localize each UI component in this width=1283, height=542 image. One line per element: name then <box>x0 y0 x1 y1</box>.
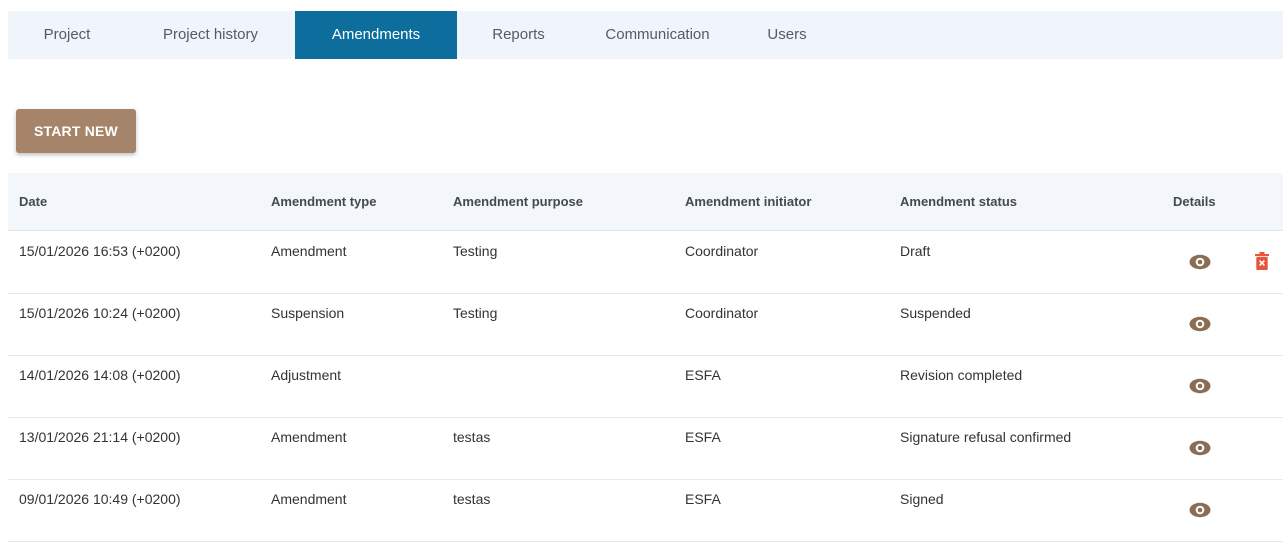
table-row: 14/01/2026 14:08 (+0200) Adjustment ESFA Re… <box>8 355 1283 418</box>
eye-icon[interactable] <box>1189 316 1211 337</box>
cell-amendment-status: Signed <box>900 491 944 507</box>
eye-icon[interactable] <box>1189 254 1211 275</box>
cell-date: 09/01/2026 10:49 (+0200) <box>19 491 181 507</box>
eye-icon[interactable] <box>1189 440 1211 461</box>
cell-date: 15/01/2026 10:24 (+0200) <box>19 305 181 321</box>
cell-amendment-type: Amendment <box>271 243 347 259</box>
tab-project[interactable]: Project <box>8 11 126 59</box>
tab-bar: Project Project history Amendments Repor… <box>8 11 1283 59</box>
table-row: 13/01/2026 21:14 (+0200) Amendment testas E… <box>8 417 1283 480</box>
cell-amendment-status: Signature refusal confirmed <box>900 429 1072 445</box>
column-header-date: Date <box>19 194 48 209</box>
cell-amendment-type: Amendment <box>271 429 347 445</box>
table-row: 09/01/2026 10:49 (+0200) Amendment testas E… <box>8 479 1283 542</box>
cell-amendment-initiator: Coordinator <box>685 305 759 321</box>
cell-amendment-type: Adjustment <box>271 367 342 383</box>
cell-amendment-initiator: Coordinator <box>685 243 759 259</box>
tab-project-history[interactable]: Project history <box>126 11 295 59</box>
cell-amendment-initiator: ESFA <box>685 491 721 507</box>
cell-amendment-status: Suspended <box>900 305 971 321</box>
cell-amendment-purpose: Testing <box>453 305 498 321</box>
column-header-amendment-type: Amendment type <box>271 194 377 209</box>
tab-users[interactable]: Users <box>735 11 839 59</box>
eye-icon[interactable] <box>1189 378 1211 399</box>
trash-icon[interactable] <box>1255 252 1269 275</box>
cell-date: 14/01/2026 14:08 (+0200) <box>19 367 181 383</box>
start-new-button[interactable]: START NEW <box>16 109 136 153</box>
cell-amendment-initiator: ESFA <box>685 429 721 445</box>
eye-icon[interactable] <box>1189 502 1211 523</box>
cell-date: 15/01/2026 16:53 (+0200) <box>19 243 181 259</box>
cell-amendment-type: Amendment <box>271 491 347 507</box>
column-header-details: Details <box>1173 194 1216 209</box>
column-header-amendment-status: Amendment status <box>900 194 1018 209</box>
tab-amendments[interactable]: Amendments <box>295 11 457 59</box>
cell-amendment-purpose: testas <box>453 491 491 507</box>
cell-amendment-type: Suspension <box>271 305 345 321</box>
cell-amendment-purpose: testas <box>453 429 491 445</box>
cell-date: 13/01/2026 21:14 (+0200) <box>19 429 181 445</box>
tab-reports[interactable]: Reports <box>457 11 580 59</box>
column-header-amendment-initiator: Amendment initiator <box>685 194 812 209</box>
cell-amendment-initiator: ESFA <box>685 367 721 383</box>
tab-communication[interactable]: Communication <box>580 11 735 59</box>
table-row: 15/01/2026 16:53 (+0200) Amendment Testing… <box>8 231 1283 294</box>
table-row: 15/01/2026 10:24 (+0200) Suspension Testin… <box>8 293 1283 356</box>
cell-amendment-status: Revision completed <box>900 367 1023 383</box>
table-header: Date Amendment type Amendment purpose Am… <box>8 173 1283 231</box>
cell-amendment-purpose: Testing <box>453 243 498 259</box>
column-header-amendment-purpose: Amendment purpose <box>453 194 584 209</box>
cell-amendment-status: Draft <box>900 243 931 259</box>
